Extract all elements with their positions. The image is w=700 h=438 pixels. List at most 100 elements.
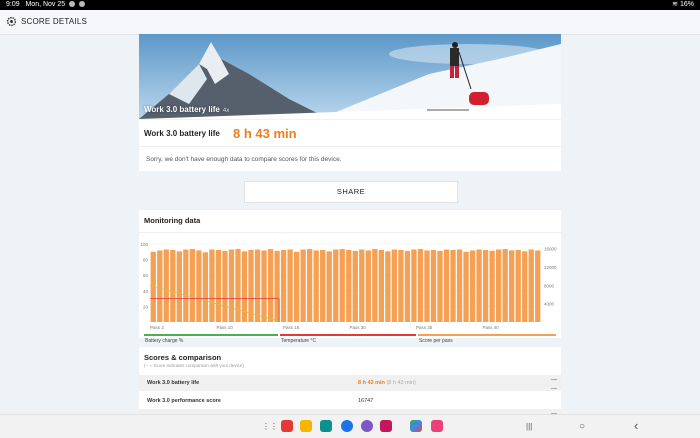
status-bar: 9:09 Mon, Nov 25 ≋ 16% (0, 0, 700, 10)
gear-logo-icon[interactable] (6, 16, 17, 27)
score-bar (450, 249, 456, 322)
messages-app-icon[interactable] (341, 420, 353, 432)
score-bar (528, 249, 534, 322)
score-bar (404, 250, 411, 322)
score-bar (189, 249, 196, 322)
app-icon[interactable] (320, 420, 332, 432)
score-bar (183, 249, 189, 322)
score-bar (254, 249, 261, 322)
score-bar (320, 249, 326, 322)
scores-title: Scores & comparison (144, 353, 222, 362)
score-bar (280, 249, 287, 322)
score-row-value: 8 h 43 min (358, 380, 385, 386)
score-bar (411, 249, 417, 322)
score-bar (522, 251, 528, 322)
score-bar (215, 249, 222, 322)
score-bar (176, 251, 182, 322)
score-bar (333, 249, 339, 322)
score-bar (267, 249, 274, 322)
score-row-value: 16747 (358, 398, 374, 404)
score-bar (326, 251, 332, 322)
score-bar (463, 251, 469, 322)
y-left-tick-label: 60 (143, 273, 149, 278)
score-bar (261, 250, 267, 322)
x-tick-label: Pass 30 (350, 325, 367, 330)
legend-temperature: Temperature °C (281, 338, 317, 344)
share-button[interactable]: SHARE (244, 181, 458, 203)
score-bar (482, 249, 489, 322)
score-bar (456, 249, 463, 322)
hero-label-text: Work 3.0 battery life (144, 105, 220, 114)
score-bar (424, 250, 430, 322)
folder-app-icon[interactable] (300, 420, 312, 432)
status-date: Mon, Nov 25 (25, 1, 66, 8)
score-bar (417, 249, 424, 322)
notification-icon (79, 1, 86, 8)
page-title: SCORE DETAILS (21, 17, 88, 26)
legend-battery: Battery charge % (145, 338, 184, 344)
status-right: ≋ 16% (672, 0, 694, 10)
score-bar (209, 249, 215, 322)
hero-label: Work 3.0 battery life 4x (144, 105, 229, 114)
x-tick-label: Pass 18 (283, 325, 300, 330)
y-right-tick-label: 12000 (544, 265, 557, 270)
legend-battery-swatch (144, 334, 278, 336)
x-tick-label: Pass 40 (483, 325, 500, 330)
score-bar (163, 249, 169, 322)
score-bar (359, 249, 365, 322)
app-icon[interactable] (361, 420, 373, 432)
comparison-notice: Sorry, we don't have enough data to comp… (139, 147, 561, 171)
recent-apps-button[interactable]: ||| (526, 421, 532, 432)
wifi-icon: ≋ (672, 1, 679, 8)
score-row[interactable]: Work 3.0 performance score 16747 (139, 393, 561, 409)
home-button[interactable]: ○ (579, 421, 585, 432)
app-bar: SCORE DETAILS (0, 10, 700, 35)
y-right-tick-label: 8000 (544, 283, 555, 288)
score-bar (202, 252, 209, 322)
divider (139, 232, 561, 233)
score-row[interactable]: Work 3.0 battery life 8 h 43 min (8 h 43… (139, 375, 561, 391)
score-bar (228, 249, 235, 322)
notice-text: Sorry, we don't have enough data to comp… (146, 156, 342, 163)
score-bar (476, 249, 482, 322)
score-bar (489, 250, 495, 322)
score-bar (235, 249, 241, 322)
y-left-tick-label: 40 (143, 289, 149, 294)
app-icon[interactable] (380, 420, 392, 432)
monitoring-chart: 100 80 60 40 20 16000 12000 8000 4000 Pass 3 Pass … (140, 242, 557, 330)
scores-note: (-- = Score indicates comparison with yo… (144, 363, 244, 368)
score-bar (385, 251, 391, 322)
score-bar (339, 249, 345, 322)
y-left-tick-label: 100 (140, 242, 148, 247)
score-bar (293, 251, 300, 322)
x-tick-label: Pass 35 (416, 325, 433, 330)
score-bar (378, 249, 384, 322)
play-store-icon[interactable] (410, 420, 422, 432)
back-button[interactable]: ‹ (634, 419, 638, 432)
score-bar (391, 249, 398, 322)
app-icon[interactable] (431, 420, 443, 432)
score-bar (196, 250, 202, 322)
score-bar (495, 249, 502, 322)
score-bar (509, 250, 515, 322)
score-card: Work 3.0 battery life 8 h 43 min (139, 120, 561, 147)
status-left: 9:09 Mon, Nov 25 (6, 0, 86, 10)
score-bar (222, 250, 228, 322)
y-right-tick-label: 4000 (544, 302, 555, 307)
legend-score: Score per pass (419, 338, 453, 344)
battery-level: 16% (679, 1, 694, 8)
hero-label-sub: 4x (222, 108, 230, 114)
menu-icon[interactable] (551, 379, 557, 389)
score-row-name: Work 3.0 performance score (147, 398, 221, 404)
y-left-tick-label: 20 (143, 304, 149, 309)
score-row-name: Work 3.0 battery life (147, 380, 200, 386)
score-bar (437, 250, 443, 322)
score-bar (430, 249, 437, 322)
notification-icon (69, 1, 76, 8)
score-bar (372, 249, 378, 322)
x-tick-label: Pass 10 (217, 325, 234, 330)
score-bar (352, 250, 358, 322)
score-bar (346, 249, 352, 322)
app-icon[interactable] (281, 420, 293, 432)
score-bar (365, 250, 371, 322)
